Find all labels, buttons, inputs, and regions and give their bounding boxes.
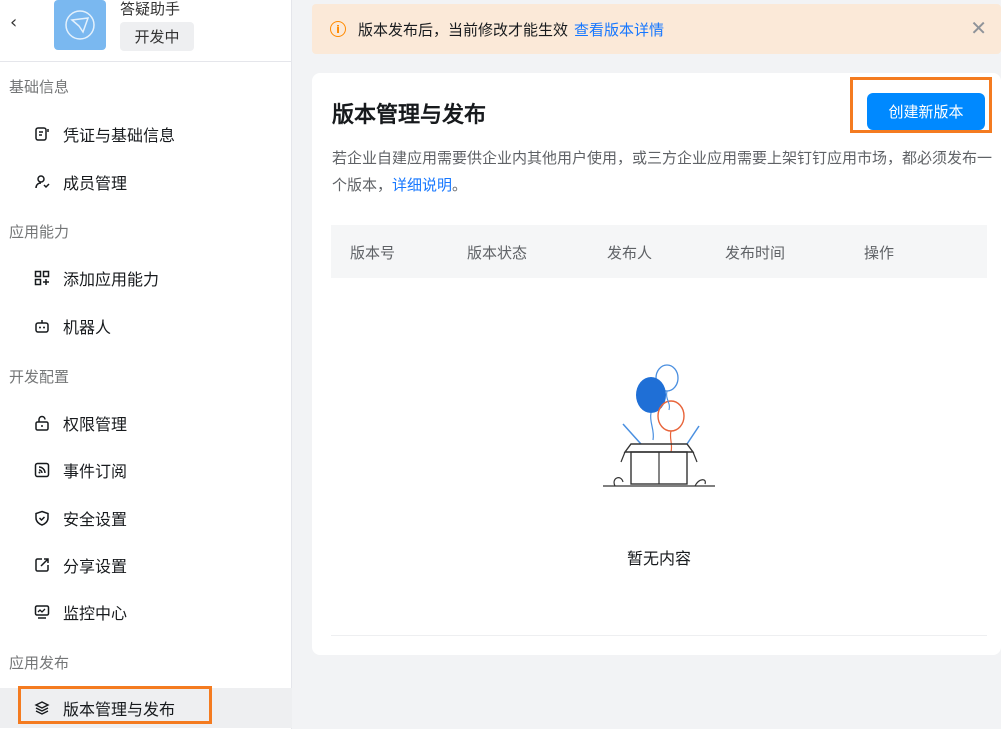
rss-icon	[34, 462, 50, 478]
column-header-action: 操作	[864, 244, 895, 262]
notice-bar: i 版本发布后，当前修改才能生效 查看版本详情 ✕	[312, 4, 1001, 54]
sidebar-item-label: 事件订阅	[63, 462, 128, 481]
share-icon	[34, 557, 50, 573]
notice-link[interactable]: 查看版本详情	[574, 19, 664, 40]
page-description: 若企业自建应用需要供企业内其他用户使用，或三方企业应用需要上架钉钉应用市场，都必…	[332, 145, 992, 199]
notice-text: 版本发布后，当前修改才能生效	[358, 20, 569, 39]
empty-state: 暂无内容	[331, 278, 987, 636]
section-title-capability: 应用能力	[9, 223, 70, 241]
empty-text: 暂无内容	[626, 549, 691, 568]
sidebar-item-label: 监控中心	[63, 604, 128, 623]
column-header-version: 版本号	[350, 244, 396, 262]
sidebar-item-label: 安全设置	[63, 510, 128, 529]
sidebar-item-security[interactable]: 安全设置	[0, 498, 292, 538]
monitor-icon	[34, 604, 50, 620]
sidebar-item-version-management[interactable]: 版本管理与发布	[0, 688, 292, 728]
sidebar-item-label: 版本管理与发布	[63, 700, 176, 719]
empty-box-balloons-icon	[603, 364, 715, 487]
description-end: 。	[452, 176, 468, 194]
add-capability-icon	[34, 270, 50, 286]
column-header-publisher: 发布人	[607, 244, 653, 262]
sidebar-item-label: 分享设置	[63, 557, 128, 576]
column-header-status: 版本状态	[467, 244, 528, 262]
sidebar-item-label: 成员管理	[63, 174, 128, 193]
sidebar-item-permissions[interactable]: 权限管理	[0, 403, 292, 443]
lock-icon	[34, 415, 50, 431]
layers-icon	[34, 700, 50, 716]
app-header: ‹ 答疑助手 开发中	[0, 0, 291, 62]
sidebar-item-label: 权限管理	[63, 415, 128, 434]
create-version-button[interactable]: 创建新版本	[867, 93, 985, 130]
sidebar-item-label: 机器人	[63, 318, 112, 337]
column-header-time: 发布时间	[725, 244, 786, 262]
app-name: 答疑助手	[120, 0, 181, 18]
sidebar-item-credentials[interactable]: 凭证与基础信息	[0, 114, 292, 154]
sidebar-item-add-capability[interactable]: 添加应用能力	[0, 258, 292, 298]
member-icon	[34, 174, 50, 190]
section-title-dev-config: 开发配置	[9, 368, 70, 386]
info-icon: i	[330, 21, 346, 37]
sidebar-item-label: 凭证与基础信息	[63, 126, 176, 145]
detail-link[interactable]: 详细说明	[392, 176, 452, 194]
sidebar: ‹ 答疑助手 开发中 基础信息 凭证与基础信息 成员管理 应用能力 添加应用能力	[0, 0, 292, 729]
status-badge: 开发中	[120, 22, 194, 51]
sidebar-item-monitor[interactable]: 监控中心	[0, 592, 292, 632]
app-logo-icon	[65, 10, 95, 40]
section-title-publish: 应用发布	[9, 654, 70, 672]
sidebar-item-events[interactable]: 事件订阅	[0, 450, 292, 490]
robot-icon	[34, 318, 50, 334]
main-card: 版本管理与发布 创建新版本 若企业自建应用需要供企业内其他用户使用，或三方企业应…	[312, 73, 1001, 655]
sidebar-item-share[interactable]: 分享设置	[0, 545, 292, 585]
page-title: 版本管理与发布	[332, 103, 487, 128]
sidebar-item-members[interactable]: 成员管理	[0, 162, 292, 202]
back-icon[interactable]: ‹	[10, 12, 17, 33]
section-title-basic: 基础信息	[9, 78, 70, 96]
table-header: 版本号 版本状态 发布人 发布时间 操作	[331, 225, 987, 278]
sidebar-item-robot[interactable]: 机器人	[0, 306, 292, 346]
app-logo	[54, 0, 106, 50]
credential-icon	[34, 126, 50, 142]
close-icon[interactable]: ✕	[970, 18, 987, 38]
shield-icon	[34, 510, 50, 526]
sidebar-item-label: 添加应用能力	[63, 270, 160, 289]
